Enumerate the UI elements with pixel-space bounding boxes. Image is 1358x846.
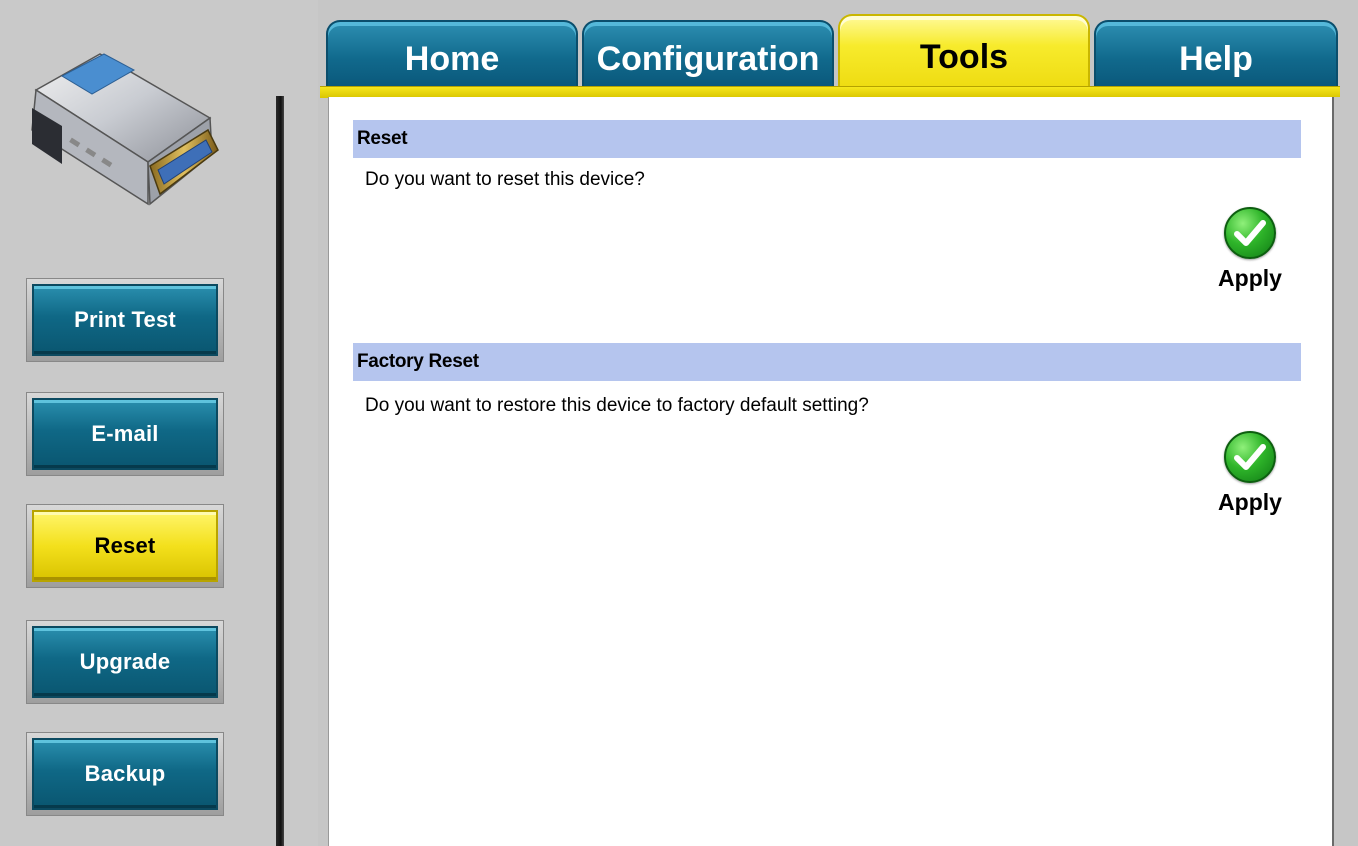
reset-question: Do you want to reset this device?: [365, 169, 645, 190]
section-header-factory-reset: Factory Reset: [353, 343, 1301, 381]
tab-tools[interactable]: Tools: [838, 14, 1090, 90]
tab-label: Home: [404, 39, 500, 78]
sidebar-item-label: Print Test: [32, 284, 218, 356]
factory-reset-question: Do you want to restore this device to fa…: [365, 395, 869, 416]
sidebar-item-print-test[interactable]: Print Test: [26, 278, 224, 362]
apply-label: Apply: [1218, 265, 1282, 291]
checkmark-icon: [1224, 207, 1276, 259]
tab-bar: Home Configuration Tools Help: [320, 8, 1340, 98]
print-server-device-icon: [31, 53, 219, 206]
sidebar-item-backup[interactable]: Backup: [26, 732, 224, 816]
vertical-divider: [276, 96, 284, 846]
section-header-reset: Reset: [353, 120, 1301, 158]
tab-label: Help: [1179, 39, 1253, 78]
left-panel: Print Test E-mail Reset Upgrade Backup: [0, 0, 318, 846]
sidebar-item-label: Upgrade: [32, 626, 218, 698]
content-panel: Reset Do you want to reset this device? …: [328, 97, 1332, 846]
apply-label: Apply: [1218, 489, 1282, 515]
tab-configuration[interactable]: Configuration: [582, 20, 834, 88]
checkmark-icon: [1224, 431, 1276, 483]
tab-label: Tools: [919, 37, 1009, 76]
sidebar-item-label: Reset: [32, 510, 218, 582]
factory-reset-apply-button[interactable]: Apply: [1205, 431, 1295, 527]
sidebar-item-e-mail[interactable]: E-mail: [26, 392, 224, 476]
tab-label: Configuration: [596, 39, 820, 78]
tab-home[interactable]: Home: [326, 20, 578, 88]
right-edge: [1332, 97, 1358, 846]
sidebar-item-reset[interactable]: Reset: [26, 504, 224, 588]
sidebar-item-label: E-mail: [32, 398, 218, 470]
tab-help[interactable]: Help: [1094, 20, 1338, 88]
sidebar-item-label: Backup: [32, 738, 218, 810]
reset-apply-button[interactable]: Apply: [1205, 207, 1295, 303]
sidebar-item-upgrade[interactable]: Upgrade: [26, 620, 224, 704]
